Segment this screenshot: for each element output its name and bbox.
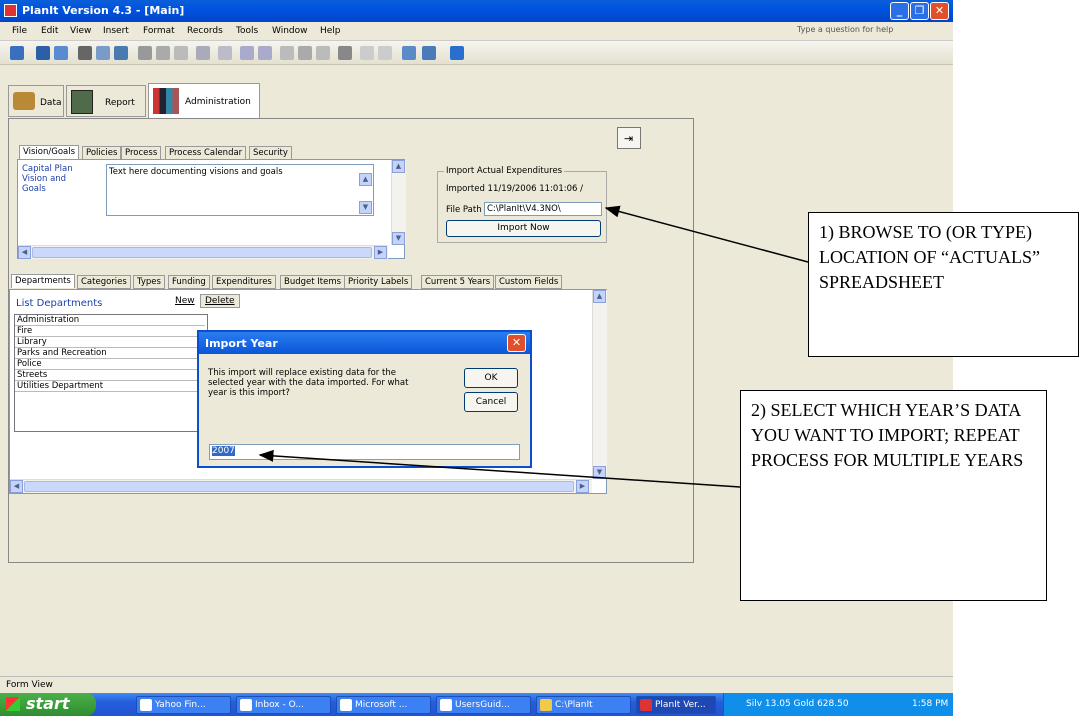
arrow-to-year-input (258, 449, 741, 488)
arrow-to-file-path (604, 205, 809, 263)
callout-arrows (258, 205, 809, 488)
